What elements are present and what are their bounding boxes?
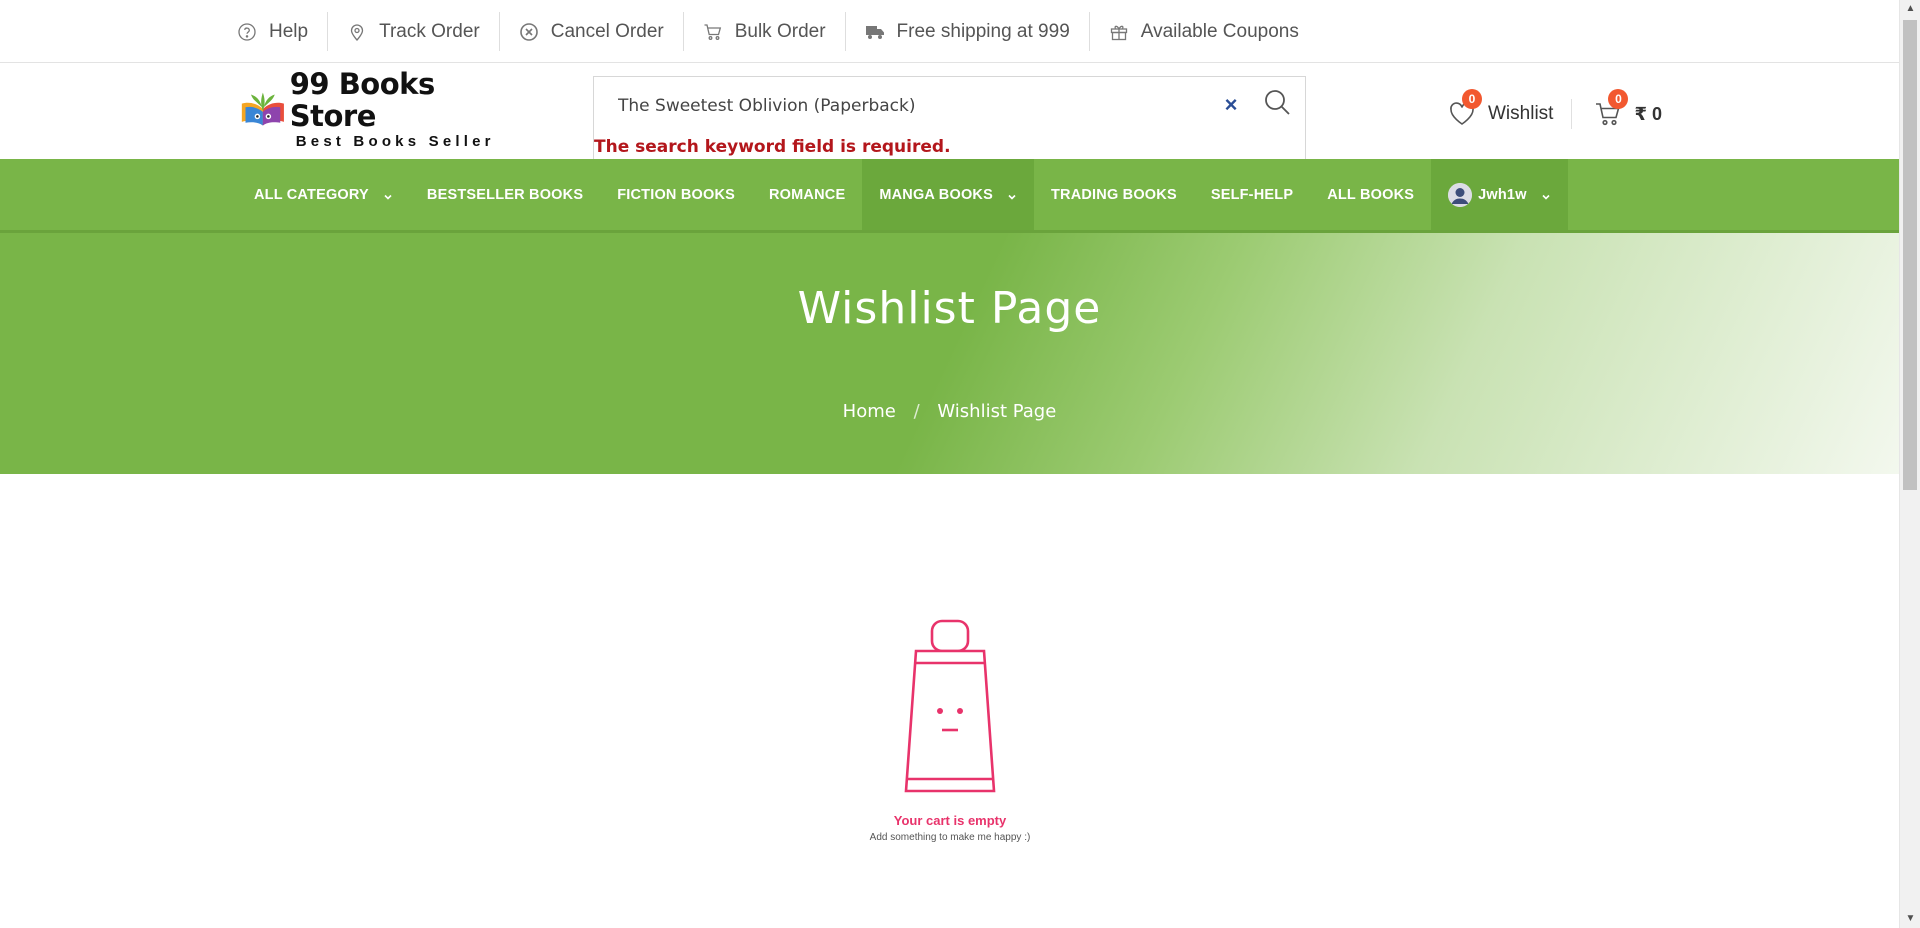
nav-self-help[interactable]: SELF-HELP xyxy=(1194,159,1310,230)
cart-icon: 0 xyxy=(1594,89,1629,128)
nav-romance[interactable]: ROMANCE xyxy=(752,159,862,230)
header-actions: 0 Wishlist 0 ₹ 0 xyxy=(1448,89,1662,131)
empty-state-title: Your cart is empty xyxy=(893,813,1007,828)
nav-trading-books-label: TRADING BOOKS xyxy=(1050,186,1177,203)
vertical-scrollbar[interactable]: ▲ ▼ xyxy=(1899,0,1920,928)
available-coupons-label: Available Coupons xyxy=(1140,20,1299,42)
chevron-down-icon xyxy=(1541,190,1551,200)
nav-all-books-label: ALL BOOKS xyxy=(1327,186,1415,203)
cart-button[interactable]: 0 ₹ 0 xyxy=(1594,89,1662,128)
top-links: Help Track Order Cancel Order Bulk Order… xyxy=(233,0,1318,63)
nav-bestseller-books-label: BESTSELLER BOOKS xyxy=(426,186,584,203)
page-hero: Wishlist Page Home / Wishlist Page xyxy=(0,233,1899,474)
gift-icon xyxy=(1109,22,1129,42)
cart-icon xyxy=(703,22,723,42)
breadcrumb: Home / Wishlist Page xyxy=(0,401,1899,422)
chevron-down-icon xyxy=(383,190,393,200)
empty-bag-icon xyxy=(904,619,996,793)
clear-search-icon[interactable]: × xyxy=(1219,93,1243,117)
nav-manga-books[interactable]: MANGA BOOKS xyxy=(862,159,1034,230)
cancel-circle-icon xyxy=(519,22,539,42)
wishlist-count-badge: 0 xyxy=(1462,89,1482,109)
breadcrumb-current: Wishlist Page xyxy=(937,401,1057,422)
main-navigation: ALL CATEGORY BESTSELLER BOOKS FICTION BO… xyxy=(0,159,1899,233)
site-header: 99 Books Store Best Books Seller × The s… xyxy=(0,63,1899,160)
empty-state-subtitle: Add something to make me happy :) xyxy=(869,832,1031,843)
nav-items: ALL CATEGORY BESTSELLER BOOKS FICTION BO… xyxy=(237,159,1568,230)
empty-state: Your cart is empty Add something to make… xyxy=(850,615,1050,843)
cancel-order-link[interactable]: Cancel Order xyxy=(500,12,684,51)
nav-all-books[interactable]: ALL BOOKS xyxy=(1310,159,1431,230)
scroll-up-arrow-icon[interactable]: ▲ xyxy=(1900,0,1920,18)
nav-fiction-books-label: FICTION BOOKS xyxy=(617,186,735,203)
free-shipping-link[interactable]: Free shipping at 999 xyxy=(846,12,1090,51)
site-logo[interactable]: 99 Books Store Best Books Seller xyxy=(240,68,510,150)
breadcrumb-separator: / xyxy=(913,401,920,422)
track-order-link[interactable]: Track Order xyxy=(328,12,500,51)
nav-bestseller-books[interactable]: BESTSELLER BOOKS xyxy=(410,159,600,230)
bulk-order-label: Bulk Order xyxy=(734,20,826,42)
breadcrumb-home-link[interactable]: Home xyxy=(843,401,896,422)
search-box: × The search keyword field is required. xyxy=(593,76,1306,160)
top-utility-bar: Help Track Order Cancel Order Bulk Order… xyxy=(0,0,1899,63)
help-label: Help xyxy=(269,20,309,42)
nav-fiction-books[interactable]: FICTION BOOKS xyxy=(600,159,752,230)
cart-amount: ₹ 0 xyxy=(1634,103,1662,124)
track-order-label: Track Order xyxy=(379,20,480,42)
search-error-message: The search keyword field is required. xyxy=(594,137,951,157)
nav-all-category[interactable]: ALL CATEGORY xyxy=(237,159,410,230)
wishlist-button[interactable]: 0 Wishlist xyxy=(1448,89,1573,129)
nav-self-help-label: SELF-HELP xyxy=(1210,186,1294,203)
logo-subtitle: Best Books Seller xyxy=(295,133,495,150)
nav-all-category-label: ALL CATEGORY xyxy=(254,186,369,203)
bulk-order-link[interactable]: Bulk Order xyxy=(684,12,846,51)
user-name: Jwh1w xyxy=(1478,186,1527,203)
nav-user-menu[interactable]: Jwh1w xyxy=(1431,159,1568,230)
search-input[interactable] xyxy=(618,91,1198,121)
cancel-order-label: Cancel Order xyxy=(550,20,664,42)
scroll-down-arrow-icon[interactable]: ▼ xyxy=(1900,910,1920,928)
location-pin-icon xyxy=(347,22,367,42)
free-shipping-label: Free shipping at 999 xyxy=(896,20,1070,42)
scrollbar-thumb[interactable] xyxy=(1903,20,1917,490)
logo-title: 99 Books Store xyxy=(289,67,435,133)
search-icon[interactable] xyxy=(1263,88,1291,116)
logo-book-icon xyxy=(241,92,284,126)
chevron-down-icon xyxy=(1007,190,1017,200)
help-link[interactable]: Help xyxy=(233,12,329,51)
help-icon xyxy=(237,22,257,42)
cart-count-badge: 0 xyxy=(1608,89,1629,109)
nav-romance-label: ROMANCE xyxy=(769,186,846,203)
avatar xyxy=(1448,182,1473,207)
logo-text: 99 Books Store Best Books Seller xyxy=(290,68,510,152)
nav-manga-books-label: MANGA BOOKS xyxy=(879,186,993,203)
truck-icon xyxy=(865,22,885,42)
heart-icon: 0 xyxy=(1448,89,1482,128)
wishlist-label: Wishlist xyxy=(1488,103,1554,124)
available-coupons-link[interactable]: Available Coupons xyxy=(1090,12,1318,51)
page-title: Wishlist Page xyxy=(797,283,1102,334)
nav-trading-books[interactable]: TRADING BOOKS xyxy=(1034,159,1194,230)
